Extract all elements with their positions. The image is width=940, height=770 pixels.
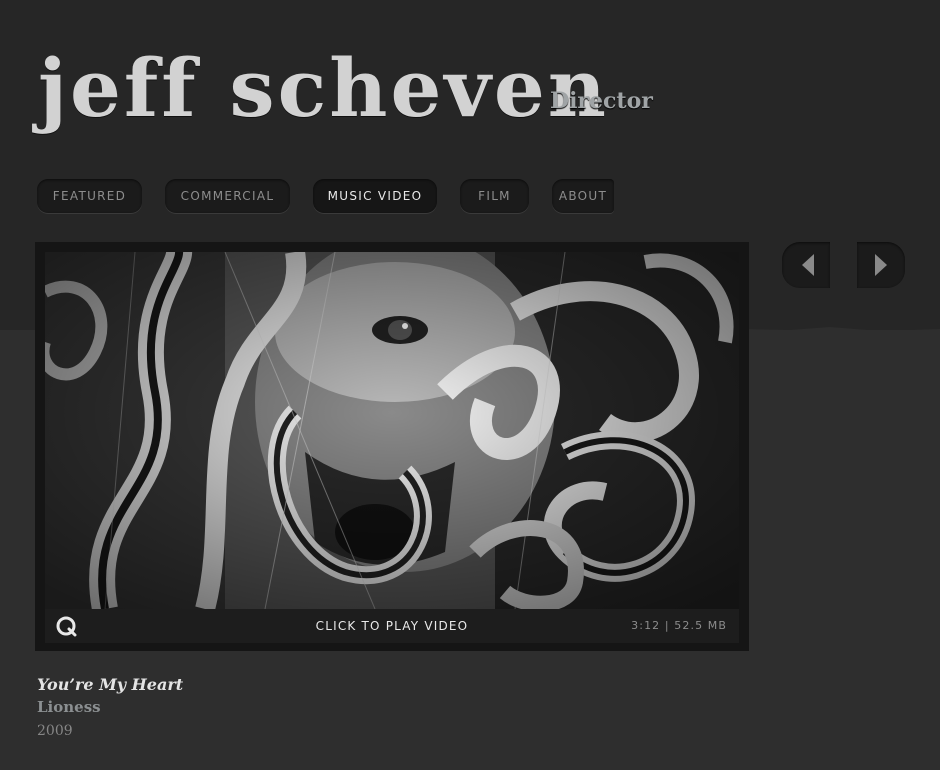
site-title[interactable]: jeff scheven	[38, 40, 609, 136]
tab-featured[interactable]: FEATURED	[37, 179, 142, 213]
next-video-button[interactable]	[857, 242, 905, 288]
video-artist: Lioness	[37, 698, 101, 716]
video-player: CLICK TO PLAY VIDEO 3:12 | 52.5 MB	[35, 242, 749, 651]
video-year: 2009	[37, 723, 73, 739]
video-duration-size: 3:12 | 52.5 MB	[631, 619, 727, 632]
chevron-left-icon	[802, 254, 814, 276]
site-subtitle: Director	[550, 88, 653, 114]
video-thumbnail[interactable]	[45, 252, 739, 609]
chevron-right-icon	[875, 254, 887, 276]
video-control-bar: CLICK TO PLAY VIDEO 3:12 | 52.5 MB	[45, 609, 739, 643]
tab-film[interactable]: FILM	[460, 179, 529, 213]
previous-video-button[interactable]	[782, 242, 830, 288]
tab-about[interactable]: ABOUT	[552, 179, 614, 213]
tab-music-video[interactable]: MUSIC VIDEO	[313, 179, 437, 213]
tab-commercial[interactable]: COMMERCIAL	[165, 179, 290, 213]
video-title: You’re My Heart	[37, 675, 184, 694]
